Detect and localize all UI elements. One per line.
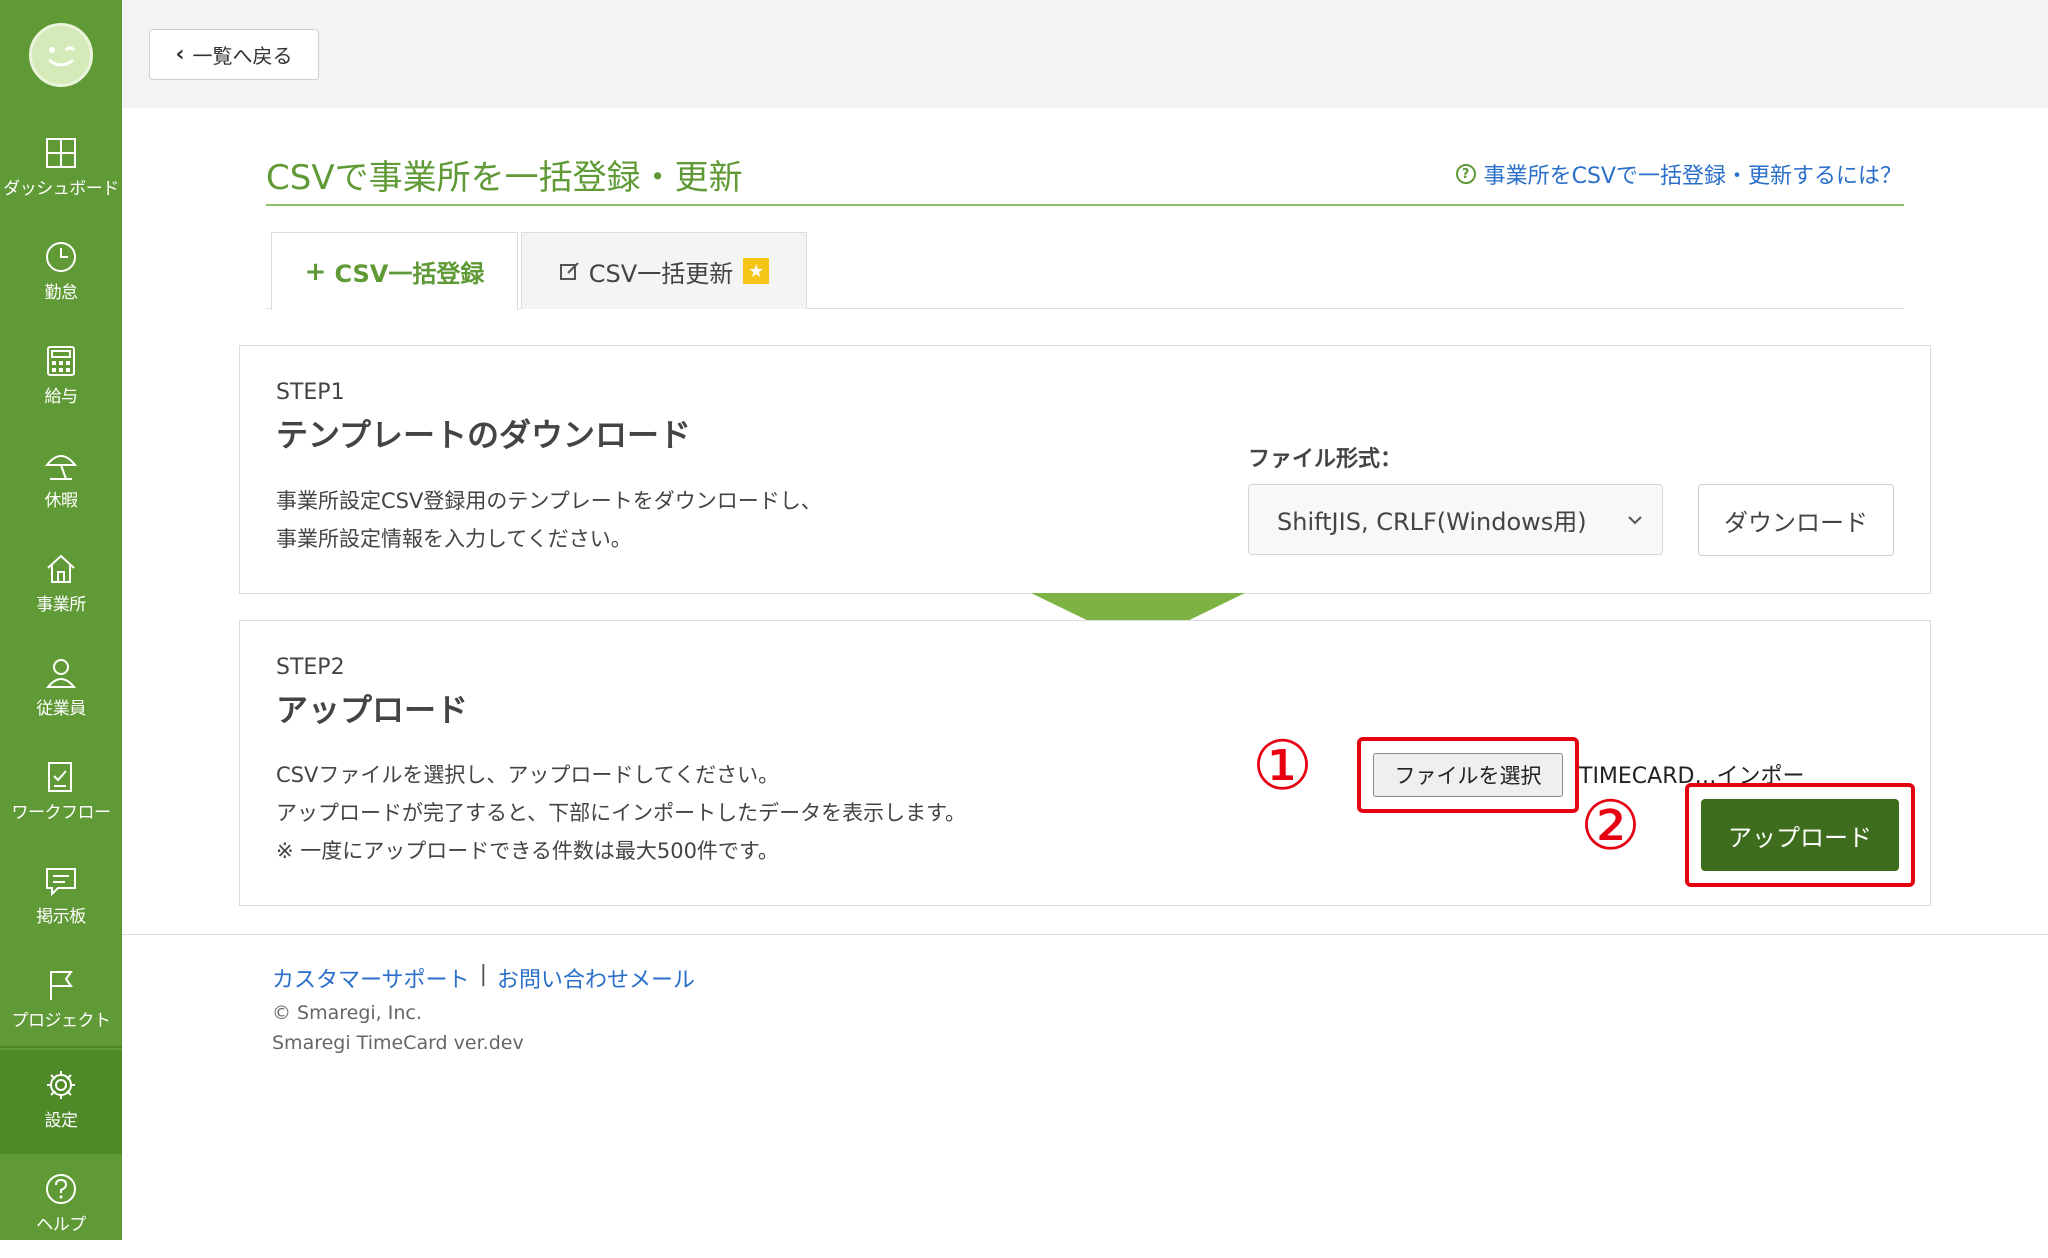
file-format-select[interactable]: ShiftJIS, CRLF(Windows用) xyxy=(1248,484,1663,555)
upload-highlight: アップロード xyxy=(1685,783,1915,887)
tab-label: CSV一括更新 xyxy=(588,259,734,288)
sidebar: ダッシュボード 勤怠 給与 休暇 事業所 従業員 ワークフロー 掲示板 プロジェ… xyxy=(0,0,122,1240)
footer-separator: | xyxy=(479,962,487,987)
plus-icon: + xyxy=(304,256,327,287)
back-button-label: 一覧へ戻る xyxy=(192,44,293,68)
file-format-label: ファイル形式： xyxy=(1248,447,1403,472)
sidebar-item-label: ヘルプ xyxy=(36,1215,86,1235)
clock-icon xyxy=(46,242,76,272)
umbrella-icon xyxy=(44,455,78,480)
sidebar-item-label: ダッシュボード xyxy=(3,179,119,199)
title-divider xyxy=(266,204,1904,206)
step1-desc-line: 事業所設定CSV登録用のテンプレートをダウンロードし、 xyxy=(276,489,822,513)
sidebar-item-settings[interactable]: 設定 xyxy=(0,1050,122,1154)
sidebar-item-payroll[interactable]: 給与 xyxy=(0,326,122,430)
chevron-down-icon xyxy=(1628,516,1642,525)
checklist-icon xyxy=(48,762,72,792)
chevron-left-icon: ‹ xyxy=(175,42,185,67)
sidebar-item-label: 設定 xyxy=(44,1111,79,1131)
top-bar: ‹ 一覧へ戻る xyxy=(122,0,2048,108)
step1-panel: STEP1 テンプレートのダウンロード 事業所設定CSV登録用のテンプレートをダ… xyxy=(239,345,1931,594)
flag-icon xyxy=(50,971,73,1000)
tab-csv-register[interactable]: + CSV一括登録 xyxy=(271,232,518,310)
question-icon: ? xyxy=(1455,164,1476,184)
step2-title: アップロード xyxy=(276,691,469,729)
marker-2: ② xyxy=(1580,787,1641,866)
download-button[interactable]: ダウンロード xyxy=(1698,484,1894,556)
step1-desc-line: 事業所設定情報を入力してください。 xyxy=(276,527,632,551)
help-icon xyxy=(46,1174,76,1204)
step2-label: STEP2 xyxy=(276,655,345,680)
sidebar-item-label: 事業所 xyxy=(36,595,86,615)
sidebar-item-label: 給与 xyxy=(44,387,79,407)
marker-1: ① xyxy=(1252,727,1313,806)
upload-button[interactable]: アップロード xyxy=(1701,799,1899,871)
sidebar-item-label: プロジェクト xyxy=(11,1011,112,1031)
app-logo[interactable] xyxy=(29,23,93,87)
gear-icon xyxy=(47,1071,75,1099)
sidebar-item-office[interactable]: 事業所 xyxy=(0,534,122,638)
user-icon xyxy=(45,659,77,688)
step2-panel: STEP2 アップロード CSVファイルを選択し、アップロードしてください。 ア… xyxy=(239,620,1931,906)
edit-icon xyxy=(559,262,579,280)
file-select-button[interactable]: ファイルを選択 xyxy=(1373,753,1563,797)
home-icon xyxy=(47,554,75,583)
footer-divider xyxy=(122,934,2048,935)
sidebar-item-label: 勤怠 xyxy=(44,283,79,303)
step2-desc-line: ※ 一度にアップロードできる件数は最大500件です。 xyxy=(276,839,779,863)
step2-desc-line: CSVファイルを選択し、アップロードしてください。 xyxy=(276,763,780,787)
sidebar-item-vacation[interactable]: 休暇 xyxy=(0,430,122,534)
calculator-icon xyxy=(47,346,75,376)
sidebar-item-attendance[interactable]: 勤怠 xyxy=(0,222,122,326)
sidebar-item-label: 掲示板 xyxy=(36,907,86,927)
step1-title: テンプレートのダウンロード xyxy=(276,416,692,454)
premium-star-icon: ★ xyxy=(743,258,770,284)
footer-links: カスタマーサポート | お問い合わせメール xyxy=(272,962,695,994)
sidebar-item-label: ワークフロー xyxy=(11,803,112,823)
sidebar-item-dashboard[interactable]: ダッシュボード xyxy=(0,118,122,222)
help-link-label: 事業所をCSVで一括登録・更新するには？ xyxy=(1483,164,1902,189)
dashboard-icon xyxy=(46,138,76,168)
version-text: Smaregi TimeCard ver.dev xyxy=(272,1032,524,1054)
sidebar-item-help[interactable]: ヘルプ xyxy=(0,1154,122,1258)
help-link[interactable]: ? 事業所をCSVで一括登録・更新するには？ xyxy=(1455,158,1902,190)
sidebar-item-label: 休暇 xyxy=(44,491,79,511)
step1-label: STEP1 xyxy=(276,380,345,405)
step2-desc-line: アップロードが完了すると、下部にインポートしたデータを表示します。 xyxy=(276,801,967,825)
tab-csv-update[interactable]: CSV一括更新 ★ xyxy=(521,232,807,309)
back-to-list-button[interactable]: ‹ 一覧へ戻る xyxy=(149,29,319,80)
sidebar-item-project[interactable]: プロジェクト xyxy=(0,950,122,1054)
copyright: © Smaregi, Inc. xyxy=(272,1002,422,1024)
tab-label: CSV一括登録 xyxy=(334,260,485,288)
sidebar-item-employees[interactable]: 従業員 xyxy=(0,638,122,742)
chat-icon xyxy=(46,868,76,897)
sidebar-item-label: 従業員 xyxy=(36,699,86,719)
step1-description: 事業所設定CSV登録用のテンプレートをダウンロードし、 事業所設定情報を入力して… xyxy=(276,482,822,558)
file-format-value: ShiftJIS, CRLF(Windows用) xyxy=(1277,508,1587,536)
sidebar-divider xyxy=(0,1046,122,1048)
page-title: CSVで事業所を一括登録・更新 xyxy=(266,158,743,198)
customer-support-link[interactable]: カスタマーサポート xyxy=(272,962,470,994)
sidebar-item-workflow[interactable]: ワークフロー xyxy=(0,742,122,846)
contact-mail-link[interactable]: お問い合わせメール xyxy=(497,962,695,994)
file-select-highlight: ファイルを選択 xyxy=(1357,737,1579,813)
sidebar-item-board[interactable]: 掲示板 xyxy=(0,846,122,950)
step2-description: CSVファイルを選択し、アップロードしてください。 アップロードが完了すると、下… xyxy=(276,756,966,870)
